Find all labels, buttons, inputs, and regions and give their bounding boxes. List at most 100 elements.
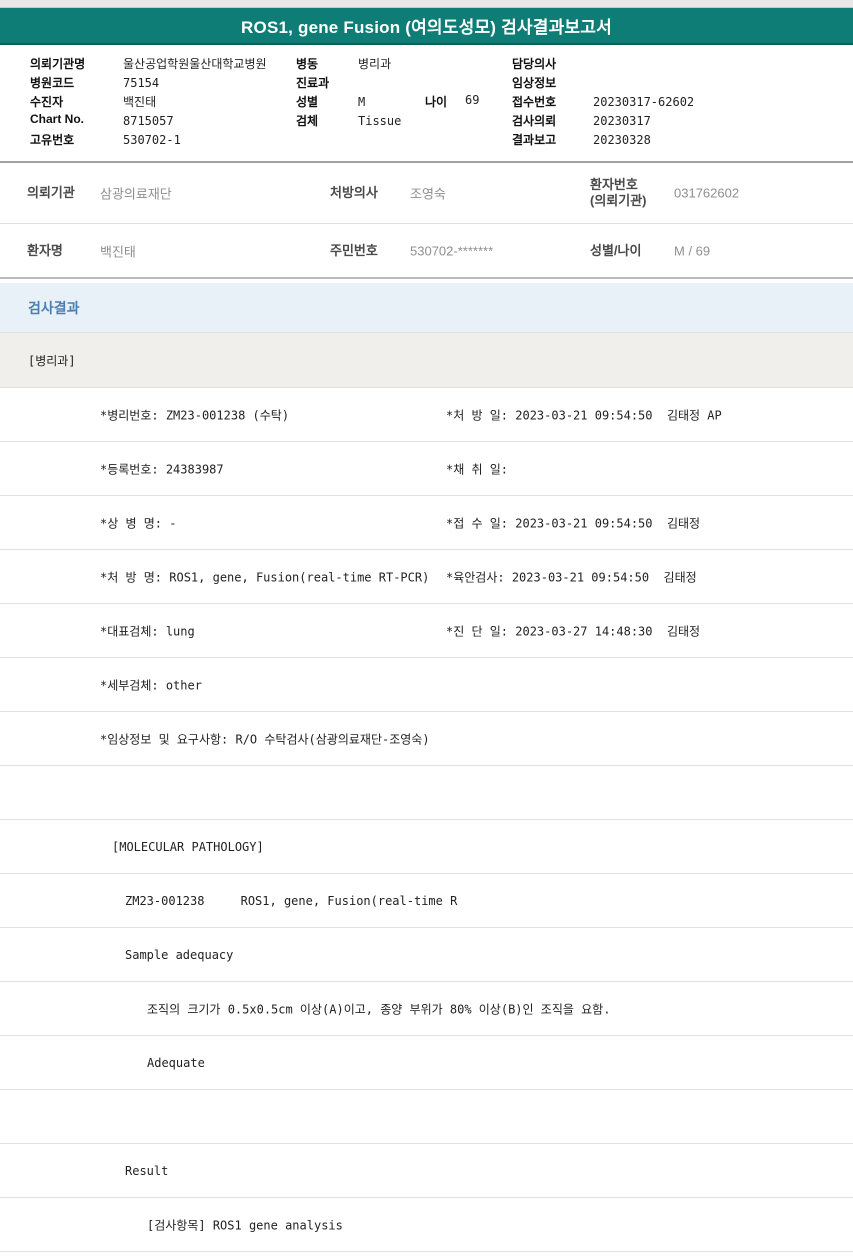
referral-table-row: 의뢰기관 삼광의료재단 처방의사 조영숙 환자번호 (의뢰기관) 031762602 (0, 161, 853, 224)
field-label: 검체 (296, 112, 358, 129)
referral-field-value: 삼광의료재단 (100, 184, 172, 203)
report-row: [검사항목] ROS1 gene analysis (0, 1198, 853, 1252)
report-row: *등록번호: 24383987 *채 취 일: (0, 442, 853, 496)
field-label: 진료과 (296, 74, 358, 91)
order-info-row: 병원코드75154 (30, 74, 267, 93)
field-value: 20230317-62602 (593, 95, 694, 109)
field-value: 530702-1 (123, 133, 181, 147)
report-body: *병리번호: ZM23-001238 (수탁) *처 방 일: 2023-03-2… (0, 388, 853, 1252)
report-cell-right: *채 취 일: (446, 460, 508, 477)
report-cell-left: *상 병 명: - (100, 514, 176, 531)
report-cell-left: *임상정보 및 요구사항: R/O 수탁검사(삼광의료재단-조영숙) (100, 730, 430, 747)
report-row: *처 방 명: ROS1, gene, Fusion(real-time RT-… (0, 550, 853, 604)
report-title-band: ROS1, gene Fusion (여의도성모) 검사결과보고서 (0, 8, 853, 45)
referral-field-label: 환자번호 (의뢰기관) (590, 177, 647, 210)
field-value: 20230328 (593, 133, 651, 147)
report-cell-left: *병리번호: ZM23-001238 (수탁) (100, 406, 289, 423)
order-info-row: 담당의사 (512, 55, 694, 74)
field-value: M (358, 95, 365, 109)
order-info-column-dates: 담당의사임상정보접수번호20230317-62602검사의뢰20230317결과… (512, 55, 694, 150)
field-value: 20230317 (593, 114, 651, 128)
field-label: 의뢰기관명 (30, 55, 123, 72)
order-info-row: 의뢰기관명울산공업학원울산대학교병원 (30, 55, 267, 74)
report-cell-right: *접 수 일: 2023-03-21 09:54:50 김태정 (446, 514, 700, 531)
report-cell-left: Result (125, 1164, 168, 1178)
referral-field-value: 조영숙 (410, 184, 446, 203)
field-label: 병원코드 (30, 74, 123, 91)
referral-patient-table: 의뢰기관 삼광의료재단 처방의사 조영숙 환자번호 (의뢰기관) 031762602 환자명… (0, 161, 853, 279)
report-cell-left: *세부검체: other (100, 676, 202, 693)
order-info-row: 검체Tissue (296, 112, 401, 131)
field-label: 접수번호 (512, 93, 593, 110)
field-label: 검사의뢰 (512, 112, 593, 129)
order-info-row: 병동병리과 (296, 55, 401, 74)
field-label: 성별 (296, 93, 358, 110)
field-value: 백진태 (123, 95, 156, 109)
report-row: *세부검체: other (0, 658, 853, 712)
report-row: Result (0, 1144, 853, 1198)
field-label: 병동 (296, 55, 358, 72)
field-value: 병리과 (358, 57, 391, 71)
order-info-row: 검사의뢰20230317 (512, 112, 694, 131)
report-row: *병리번호: ZM23-001238 (수탁) *처 방 일: 2023-03-2… (0, 388, 853, 442)
field-label: 나이 (425, 93, 447, 110)
report-row: *대표검체: lung*진 단 일: 2023-03-27 14:48:30 김… (0, 604, 853, 658)
referral-field-label: 처방의사 (330, 185, 378, 201)
report-cell-left: [검사항목] ROS1 gene analysis (147, 1216, 343, 1233)
report-cell-left: [MOLECULAR PATHOLOGY] (112, 840, 264, 854)
order-info-row: 고유번호530702-1 (30, 131, 267, 150)
report-cell-left: 조직의 크기가 0.5x0.5cm 이상(A)이고, 종양 부위가 80% 이상… (147, 1000, 610, 1017)
field-value: 8715057 (123, 114, 174, 128)
report-cell-left: *등록번호: 24383987 (100, 460, 224, 477)
report-row: Sample adequacy (0, 928, 853, 982)
field-label: 수진자 (30, 93, 123, 110)
department-label: [병리과] (28, 352, 76, 369)
report-cell-left: Sample adequacy (125, 948, 233, 962)
field-label: 담당의사 (512, 55, 593, 72)
report-cell-right: *육안검사: 2023-03-21 09:54:50 김태정 (446, 568, 697, 585)
field-label: Chart No. (30, 112, 123, 126)
field-value: Tissue (358, 114, 401, 128)
field-value: 69 (465, 93, 479, 107)
report-cell-left: ZM23-001238 ROS1, gene, Fusion(real-time… (125, 894, 457, 908)
referral-table-row: 환자명 백진태 주민번호 530702-******* 성별/나이 M / 69 (0, 224, 853, 279)
report-row: *상 병 명: - *접 수 일: 2023-03-21 09:54:50 김태정 (0, 496, 853, 550)
field-label: 결과보고 (512, 131, 593, 148)
field-value: 75154 (123, 76, 159, 90)
report-row: *임상정보 및 요구사항: R/O 수탁검사(삼광의료재단-조영숙) (0, 712, 853, 766)
report-cell-right: *진 단 일: 2023-03-27 14:48:30 김태정 (446, 622, 700, 639)
order-info-column-specimen: 병동병리과진료과성별M나이69검체Tissue (296, 55, 401, 131)
report-row: Adequate (0, 1036, 853, 1090)
referral-field-value: 백진태 (100, 241, 136, 260)
referral-field-label: 의뢰기관 (27, 185, 75, 201)
report-cell-right: *처 방 일: 2023-03-21 09:54:50 김태정 AP (446, 406, 722, 423)
referral-field-label: 환자명 (27, 242, 63, 258)
order-info-panel: 의뢰기관명울산공업학원울산대학교병원병원코드75154수진자백진태Chart N… (0, 45, 853, 161)
department-row: [병리과] (0, 333, 853, 388)
report-row: [MOLECULAR PATHOLOGY] (0, 820, 853, 874)
report-title: ROS1, gene Fusion (여의도성모) 검사결과보고서 (241, 13, 612, 38)
order-info-row: 임상정보 (512, 74, 694, 93)
referral-field-label: 성별/나이 (590, 242, 641, 258)
report-row (0, 766, 853, 820)
order-info-row: 수진자백진태 (30, 93, 267, 112)
referral-field-value: 530702-******* (410, 243, 493, 258)
results-section-label: 검사결과 (28, 298, 80, 318)
order-info-row: 성별M나이69 (296, 93, 401, 112)
report-cell-left: *처 방 명: ROS1, gene, Fusion(real-time RT-… (100, 568, 429, 585)
report-row: ZM23-001238 ROS1, gene, Fusion(real-time… (0, 874, 853, 928)
report-cell-left: Adequate (147, 1056, 205, 1070)
order-info-row: 결과보고20230328 (512, 131, 694, 150)
field-label: 고유번호 (30, 131, 123, 148)
referral-field-label: 주민번호 (330, 242, 378, 258)
results-section-bar: 검사결과 (0, 283, 853, 333)
referral-field-value: M / 69 (674, 243, 710, 258)
order-info-row: Chart No.8715057 (30, 112, 267, 131)
report-row (0, 1090, 853, 1144)
order-info-row: 진료과 (296, 74, 401, 93)
top-strip (0, 0, 853, 8)
order-info-row: 접수번호20230317-62602 (512, 93, 694, 112)
report-page: ROS1, gene Fusion (여의도성모) 검사결과보고서 의뢰기관명울… (0, 0, 853, 1259)
referral-field-value: 031762602 (674, 186, 739, 201)
field-value: 울산공업학원울산대학교병원 (123, 57, 267, 71)
